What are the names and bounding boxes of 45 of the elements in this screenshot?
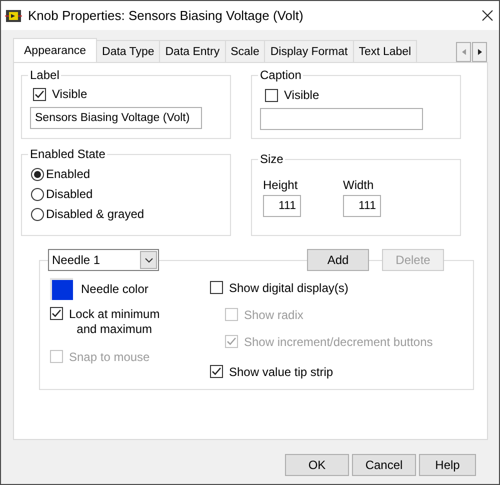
checkbox-label: Show value tip strip [229,365,334,380]
radio-button[interactable] [31,168,44,180]
checkbox-label: Show radix [244,308,304,323]
checkbox-label: Visible [52,87,88,101]
right-arrow-icon [478,49,482,55]
color-label: Needle color [81,282,148,296]
field-label: Width [343,178,375,192]
caption-field[interactable] [260,108,423,130]
needle-color-swatch[interactable] [50,278,73,300]
radio-label: Disabled & grayed [46,207,144,221]
label-field[interactable]: Sensors Biasing Voltage (Volt) [30,107,202,129]
group-title: Caption [259,68,302,82]
left-arrow-icon [462,49,466,55]
tab[interactable]: Text Label [352,40,418,62]
tab[interactable]: Appearance [13,38,98,62]
radio-button[interactable] [31,208,44,220]
radio-label: Enabled [46,167,90,181]
checkbox-label: Snap to mouse [69,350,150,365]
chevron-down-icon [144,258,152,262]
size-field[interactable]: 111 [263,195,301,217]
checkbox[interactable] [50,307,63,320]
dialog-button[interactable]: Help [419,454,476,476]
window-title: Knob Properties: Sensors Biasing Voltage (Volt) [28,8,304,23]
dialog-button[interactable]: Cancel [352,454,416,476]
scroll-right-button[interactable] [472,42,487,62]
app-icon [5,8,22,22]
group-title: Enabled State [29,147,106,161]
needle-dropdown[interactable]: Needle 1 [48,249,159,271]
checkbox-label: Show increment/decrement buttons [244,335,433,350]
checkbox-label: Lock at minimum and maximum [69,307,160,337]
checkbox-label: Show digital display(s) [229,281,348,296]
field-label: Height [263,178,299,192]
dialog-button[interactable]: OK [285,454,349,476]
needle-action-button[interactable]: Add [307,249,369,271]
checkbox[interactable] [210,365,223,378]
checkbox[interactable] [33,88,46,100]
checkbox-label: Visible [284,88,320,102]
close-icon[interactable] [482,10,493,21]
radio-label: Disabled [46,187,93,201]
group-title: Size [259,152,284,166]
size-field[interactable]: 111 [343,195,381,217]
checkbox[interactable] [210,281,223,294]
checkbox[interactable] [265,88,278,102]
radio-button[interactable] [31,188,44,200]
group-title: Label [29,68,60,82]
